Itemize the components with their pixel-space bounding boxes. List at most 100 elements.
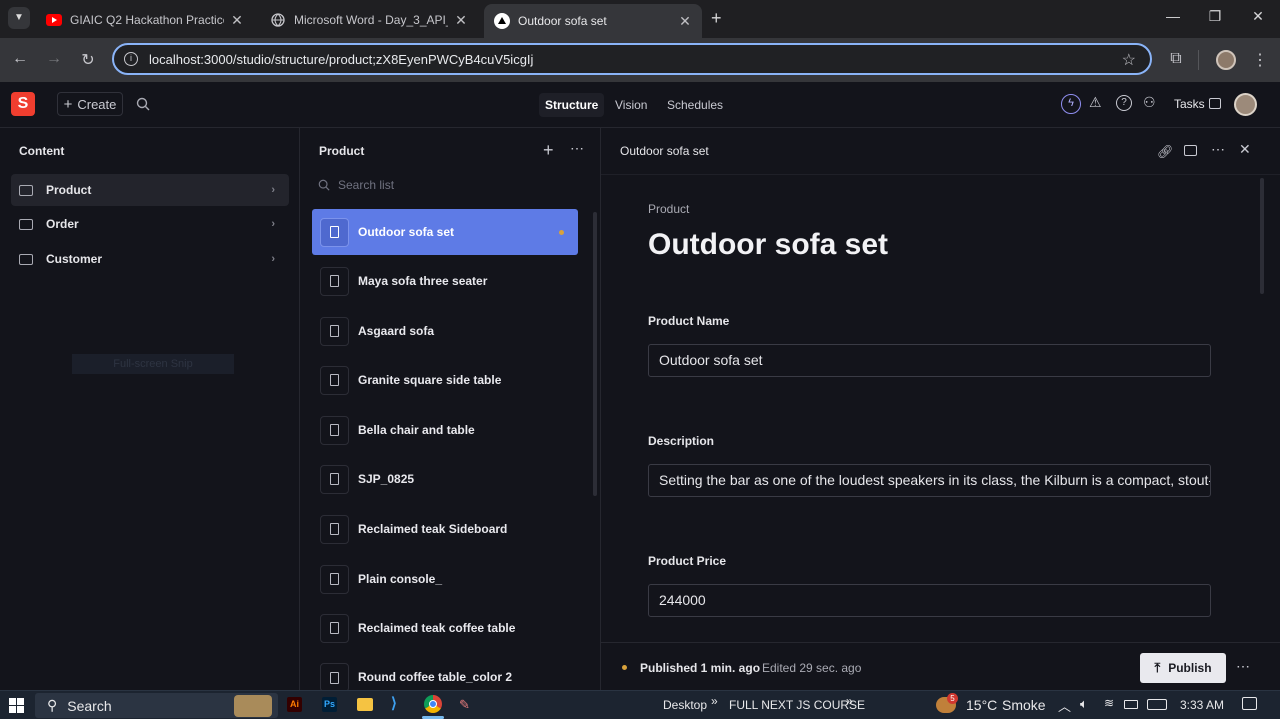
content-pane: Content Product › Order › Customer › Ful… — [0, 128, 300, 690]
vscode-app-icon[interactable]: ⟩ — [391, 696, 407, 712]
chevron-icon[interactable]: » — [711, 694, 718, 708]
tab-search-button[interactable]: ▼ — [8, 7, 30, 29]
folder-icon — [19, 218, 33, 230]
editor-scrollbar[interactable] — [1260, 178, 1264, 294]
publish-icon: ⤒ — [1154, 660, 1161, 675]
publish-button[interactable]: ⤒ Publish — [1140, 653, 1226, 683]
document-status-bar: Published 1 min. ago Edited 29 sec. ago … — [601, 642, 1280, 690]
close-tab-icon[interactable]: ✕ — [230, 12, 244, 29]
battery-icon[interactable] — [1124, 700, 1138, 709]
nav-structure[interactable]: Structure — [539, 93, 605, 117]
clock-time[interactable]: 3:33 AM — [1180, 698, 1224, 712]
product-list-item[interactable]: Granite square side table — [312, 357, 578, 403]
sidebar-toggle-icon[interactable] — [1209, 98, 1221, 109]
more-options-icon[interactable]: ⋯ — [1211, 141, 1225, 158]
restore-window-icon[interactable]: ❐ — [1201, 8, 1229, 25]
studio-logo[interactable]: S — [11, 92, 35, 116]
plus-icon: + — [63, 95, 73, 113]
product-price-field[interactable]: 244000 — [648, 584, 1211, 617]
close-pane-icon[interactable]: ✕ — [1239, 141, 1251, 158]
more-options-icon[interactable]: ⋯ — [570, 140, 584, 157]
file-explorer-icon[interactable] — [357, 698, 373, 711]
extensions-icon[interactable]: ⧉ — [1166, 50, 1186, 68]
back-icon[interactable]: ← — [10, 50, 30, 68]
users-icon[interactable]: ⚇ — [1143, 94, 1156, 111]
content-item-order[interactable]: Order › — [11, 208, 289, 240]
product-list-item[interactable]: SJP_0825 — [312, 456, 578, 502]
comment-icon[interactable] — [1184, 145, 1197, 156]
taskbar-search-box[interactable]: ⚲ Search — [35, 693, 278, 718]
address-bar[interactable]: i localhost:3000/studio/structure/produc… — [112, 43, 1152, 75]
wifi-icon[interactable]: ≋ — [1104, 696, 1114, 710]
weather-temperature[interactable]: 15°C — [966, 697, 997, 713]
profile-avatar-icon[interactable] — [1216, 50, 1236, 70]
content-item-customer[interactable]: Customer › — [11, 243, 289, 275]
volume-icon[interactable]: 🔈︎ — [1080, 696, 1088, 712]
snip-overlay: Full-screen Snip — [72, 354, 234, 374]
search-highlight-image — [234, 695, 272, 717]
add-document-icon[interactable]: + — [543, 140, 554, 161]
chevron-right-icon: › — [271, 218, 275, 230]
chevron-icon[interactable]: » — [846, 694, 853, 708]
chevron-up-icon[interactable]: ︿ — [1058, 696, 1071, 715]
lightning-icon[interactable]: ϟ — [1061, 94, 1081, 114]
folder-toolbar-label[interactable]: FULL NEXT JS COURSE — [729, 698, 865, 712]
keyboard-icon[interactable] — [1147, 699, 1167, 710]
browser-tab-youtube[interactable]: GIAIC Q2 Hackathon Practice Cl ✕ — [36, 5, 254, 35]
folder-icon — [19, 184, 33, 196]
document-icon — [320, 316, 349, 346]
document-icon — [320, 514, 349, 544]
illustrator-app-icon[interactable]: Ai — [287, 697, 302, 712]
product-list-item[interactable]: Maya sofa three seater — [312, 258, 578, 304]
link-icon[interactable]: 🔗︎ — [1157, 144, 1174, 160]
product-list-item[interactable]: Bella chair and table — [312, 407, 578, 453]
chrome-app-icon[interactable] — [424, 695, 442, 713]
product-list-item[interactable]: Reclaimed teak coffee table — [312, 605, 578, 651]
browser-tab-active[interactable]: Outdoor sofa set ✕ — [484, 4, 702, 38]
search-list-input[interactable]: Search list — [318, 178, 394, 192]
reload-icon[interactable]: ↻ — [78, 50, 98, 70]
photoshop-app-icon[interactable]: Ps — [322, 697, 337, 712]
published-status-dot — [622, 665, 627, 670]
nav-schedules[interactable]: Schedules — [661, 93, 729, 117]
product-list-item[interactable]: Asgaard sofa — [312, 308, 578, 354]
create-button[interactable]: + Create — [57, 92, 123, 116]
published-status-text: Published 1 min. ago — [640, 661, 761, 675]
close-window-icon[interactable]: ✕ — [1244, 8, 1272, 25]
product-list-item[interactable]: Round coffee table_color 2 — [312, 655, 578, 690]
weather-condition[interactable]: Smoke — [1002, 697, 1046, 713]
product-list-item[interactable]: Outdoor sofa set — [312, 209, 578, 255]
warning-icon[interactable]: ⚠ — [1089, 94, 1102, 111]
document-icon — [320, 564, 349, 594]
weather-badge: 5 — [947, 693, 958, 704]
windows-start-icon[interactable] — [9, 698, 24, 713]
product-list-item[interactable]: Plain console_ — [312, 556, 578, 602]
bookmark-star-icon[interactable]: ☆ — [1122, 50, 1136, 70]
list-scrollbar[interactable] — [593, 212, 597, 496]
minimize-window-icon[interactable]: — — [1159, 8, 1187, 24]
product-list-item[interactable]: Reclaimed teak Sideboard — [312, 506, 578, 552]
content-item-product[interactable]: Product › — [11, 174, 289, 206]
tasks-button[interactable]: Tasks — [1174, 97, 1205, 111]
forward-icon[interactable]: → — [44, 50, 64, 68]
close-tab-icon[interactable]: ✕ — [454, 12, 468, 29]
notifications-icon[interactable] — [1242, 697, 1257, 710]
draft-status-dot — [559, 229, 564, 235]
nav-vision[interactable]: Vision — [609, 93, 653, 117]
globe-icon — [270, 12, 286, 28]
document-icon — [320, 613, 349, 643]
chevron-right-icon: › — [271, 253, 275, 265]
description-field[interactable]: Setting the bar as one of the loudest sp… — [648, 464, 1211, 497]
browser-menu-icon[interactable]: ⋮ — [1250, 50, 1270, 70]
new-tab-icon[interactable]: + — [711, 8, 722, 29]
help-icon[interactable]: ? — [1116, 95, 1132, 111]
close-tab-icon[interactable]: ✕ — [678, 13, 692, 30]
product-name-field[interactable]: Outdoor sofa set — [648, 344, 1211, 377]
app-icon[interactable]: ✎ — [459, 697, 477, 712]
user-avatar[interactable] — [1234, 93, 1257, 116]
browser-tab-word[interactable]: Microsoft Word - Day_3_API_Int ✕ — [260, 5, 478, 35]
site-info-icon[interactable]: i — [124, 52, 138, 66]
search-icon[interactable] — [136, 97, 150, 116]
more-actions-icon[interactable]: ⋯ — [1236, 658, 1250, 675]
desktop-toolbar-label[interactable]: Desktop — [663, 698, 707, 712]
